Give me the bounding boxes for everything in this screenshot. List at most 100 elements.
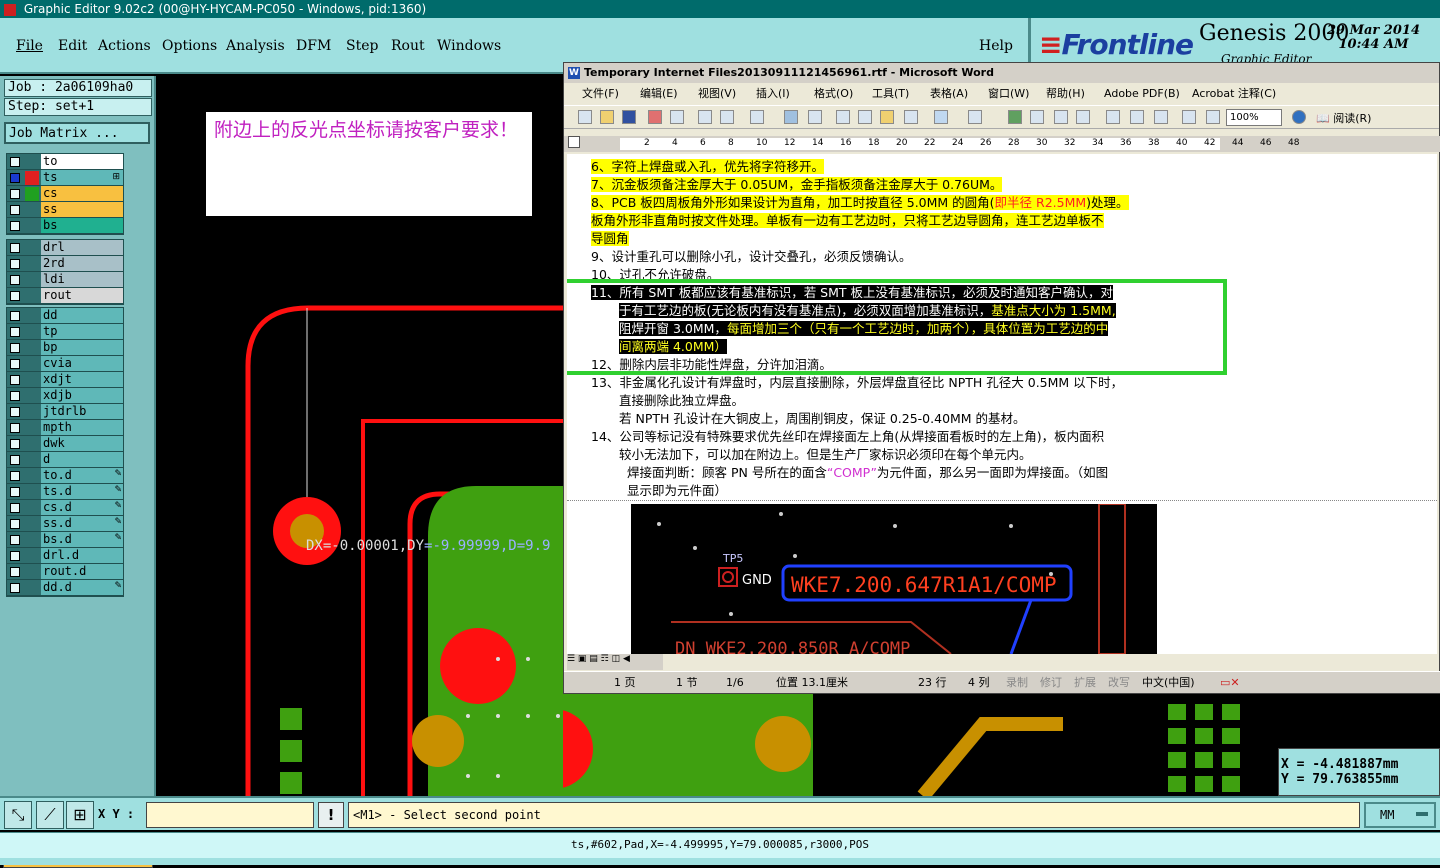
redo-icon[interactable] — [968, 110, 982, 124]
pad-gold-1[interactable] — [412, 715, 464, 767]
layer-row-xdjb[interactable]: xdjb — [7, 388, 123, 404]
layer-row-to-d[interactable]: to.d ✎ — [7, 468, 123, 484]
layer-name[interactable]: ts.d — [41, 484, 123, 499]
layer-checkbox[interactable] — [10, 221, 20, 231]
layer-row-cvia[interactable]: cvia — [7, 356, 123, 372]
layer-name[interactable]: ldi — [41, 272, 123, 287]
status-overtype[interactable]: 改写 — [1108, 672, 1130, 694]
layer-checkbox[interactable] — [10, 205, 20, 215]
layer-row-drl-d[interactable]: drl.d — [7, 548, 123, 564]
menu-rout[interactable]: Rout — [391, 38, 425, 54]
doc-map-icon[interactable] — [1154, 110, 1168, 124]
word-menu-tools[interactable]: 工具(T) — [872, 83, 909, 105]
layer-row-ldi[interactable]: ldi — [7, 272, 123, 288]
xy-input[interactable] — [146, 802, 314, 828]
layer-row-mpth[interactable]: mpth — [7, 420, 123, 436]
layer-checkbox[interactable] — [10, 551, 20, 561]
layer-row-dd[interactable]: dd — [7, 308, 123, 324]
print-preview-icon[interactable] — [720, 110, 734, 124]
layer-name[interactable]: dwk — [41, 436, 123, 451]
layer-name[interactable]: xdjb — [41, 388, 123, 403]
layer-checkbox[interactable] — [10, 275, 20, 285]
layer-name[interactable]: dd — [41, 308, 123, 323]
menu-help[interactable]: Help — [979, 38, 1013, 54]
status-record[interactable]: 录制 — [1006, 672, 1028, 694]
graphics-canvas-lower[interactable] — [563, 694, 1278, 796]
units-select[interactable]: MM — [1364, 802, 1436, 828]
layer-row-to[interactable]: to — [7, 154, 123, 170]
layer-checkbox[interactable] — [10, 567, 20, 577]
layer-row-2rd[interactable]: 2rd — [7, 256, 123, 272]
layer-checkbox[interactable] — [10, 519, 20, 529]
layer-checkbox[interactable] — [10, 173, 20, 183]
zoom-select[interactable]: 100% — [1226, 109, 1282, 126]
traditional-chinese-icon[interactable] — [750, 110, 764, 124]
permission-icon[interactable] — [648, 110, 662, 124]
layer-row-rout-d[interactable]: rout.d — [7, 564, 123, 580]
menu-dfm[interactable]: DFM — [296, 38, 331, 54]
layer-row-tp[interactable]: tp — [7, 324, 123, 340]
layer-name[interactable]: cvia — [41, 356, 123, 371]
layer-row-ss-d[interactable]: ss.d ✎ — [7, 516, 123, 532]
layer-row-jtdrlb[interactable]: jtdrlb — [7, 404, 123, 420]
view-buttons[interactable]: ☰ ▣ ▤ ☶ ◫ ◀ — [567, 654, 663, 670]
pad-gold-lower[interactable] — [755, 716, 811, 772]
spelling-icon[interactable] — [784, 110, 798, 124]
layer-name[interactable]: 2rd — [41, 256, 123, 271]
snap-icon[interactable]: ⤡ — [4, 801, 32, 829]
layer-row-rout[interactable]: rout — [7, 288, 123, 304]
layer-checkbox[interactable] — [10, 407, 20, 417]
layer-checkbox[interactable] — [10, 583, 20, 593]
word-menu-window[interactable]: 窗口(W) — [988, 83, 1029, 105]
word-menu-edit[interactable]: 编辑(E) — [640, 83, 678, 105]
layer-checkbox[interactable] — [10, 487, 20, 497]
layer-checkbox[interactable] — [10, 359, 20, 369]
layer-name[interactable]: rout — [41, 288, 123, 303]
layer-row-ts[interactable]: ts ⊞ — [7, 170, 123, 186]
layer-color-swatch[interactable] — [25, 219, 39, 233]
layer-name[interactable]: bp — [41, 340, 123, 355]
menu-step[interactable]: Step — [346, 38, 378, 54]
menu-options[interactable]: Options — [162, 38, 217, 54]
layer-checkbox[interactable] — [10, 391, 20, 401]
layer-name[interactable]: tp — [41, 324, 123, 339]
paste-icon[interactable] — [880, 110, 894, 124]
layer-name[interactable]: dd.d — [41, 580, 123, 595]
smd-pad-2[interactable] — [280, 740, 302, 762]
layer-checkbox[interactable] — [10, 259, 20, 269]
layer-name[interactable]: ss.d — [41, 516, 123, 531]
layer-checkbox[interactable] — [10, 327, 20, 337]
layer-name[interactable]: d — [41, 452, 123, 467]
horizontal-ruler[interactable]: 2 4 6 8 10 12 14 16 18 20 22 24 26 28 30 32 34 36 38 40 42 44… — [564, 136, 1440, 152]
layer-name[interactable]: drl.d — [41, 548, 123, 563]
layer-checkbox[interactable] — [10, 243, 20, 253]
menu-actions[interactable]: Actions — [98, 38, 151, 54]
menu-edit[interactable]: Edit — [58, 38, 87, 54]
new-doc-icon[interactable] — [578, 110, 592, 124]
menu-windows[interactable]: Windows — [437, 38, 501, 54]
layer-checkbox[interactable] — [10, 157, 20, 167]
save-icon[interactable] — [622, 110, 636, 124]
tables-borders-icon[interactable] — [1030, 110, 1044, 124]
hyperlink-icon[interactable] — [1008, 110, 1022, 124]
layer-name[interactable]: ts — [41, 170, 123, 185]
status-track[interactable]: 修订 — [1040, 672, 1062, 694]
job-matrix-button[interactable]: Job Matrix ... — [4, 122, 150, 144]
word-menu-view[interactable]: 视图(V) — [698, 83, 736, 105]
layer-color-swatch[interactable] — [25, 203, 39, 217]
format-painter-icon[interactable] — [904, 110, 918, 124]
layer-name[interactable]: mpth — [41, 420, 123, 435]
layer-name[interactable]: jtdrlb — [41, 404, 123, 419]
word-menu-insert[interactable]: 插入(I) — [756, 83, 790, 105]
layer-checkbox[interactable] — [10, 189, 20, 199]
layer-name[interactable]: bs.d — [41, 532, 123, 547]
read-button[interactable]: 📖 阅读(R) — [1316, 110, 1371, 126]
columns-icon[interactable] — [1106, 110, 1120, 124]
layer-checkbox[interactable] — [10, 311, 20, 321]
embedded-pcb-image[interactable]: TP5 GND WKE7.200.647R1A1/COMP DN WKE2.20… — [631, 504, 1157, 654]
layer-checkbox[interactable] — [10, 471, 20, 481]
layer-name[interactable]: rout.d — [41, 564, 123, 579]
layer-row-ss[interactable]: ss — [7, 202, 123, 218]
layer-row-cs-d[interactable]: cs.d ✎ — [7, 500, 123, 516]
layer-row-dd-d[interactable]: dd.d ✎ — [7, 580, 123, 596]
